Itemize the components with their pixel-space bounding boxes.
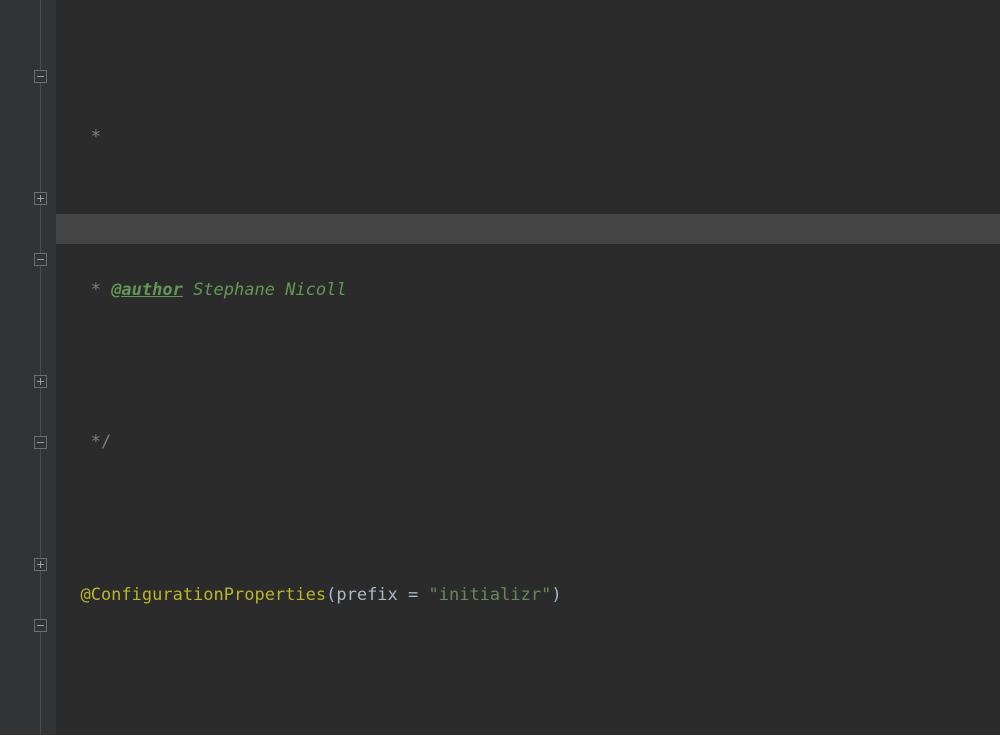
string-literal: "initializr" — [429, 585, 552, 605]
fold-collapse-icon[interactable] — [34, 619, 47, 632]
paren-close: ) — [551, 585, 561, 605]
javadoc-end: */ — [60, 432, 111, 452]
fold-expand-icon[interactable] — [34, 192, 47, 205]
fold-collapse-icon[interactable] — [34, 70, 47, 83]
fold-expand-icon[interactable] — [34, 375, 47, 388]
javadoc-text: Stephane Nicoll — [183, 280, 347, 300]
annotation-key: prefix — [336, 585, 408, 605]
gutter — [0, 0, 56, 735]
code-line[interactable]: */ — [56, 427, 1000, 458]
fold-collapse-icon[interactable] — [34, 436, 47, 449]
javadoc-star: * — [60, 280, 111, 300]
code-line[interactable]: * @author Stephane Nicoll — [56, 275, 1000, 306]
javadoc-tag-author: @author — [111, 280, 183, 300]
code-line[interactable]: @ConfigurationProperties(prefix = "initi… — [56, 580, 1000, 611]
fold-collapse-icon[interactable] — [34, 253, 47, 266]
code-editor[interactable]: * * @author Stephane Nicoll */ @Configur… — [0, 0, 1000, 735]
annotation: @ConfigurationProperties — [60, 585, 326, 605]
fold-expand-icon[interactable] — [34, 558, 47, 571]
code-line[interactable]: * — [56, 122, 1000, 153]
paren-open: ( — [326, 585, 336, 605]
code-area[interactable]: * * @author Stephane Nicoll */ @Configur… — [56, 0, 1000, 735]
equals: = — [408, 585, 428, 605]
javadoc-star: * — [60, 127, 101, 147]
